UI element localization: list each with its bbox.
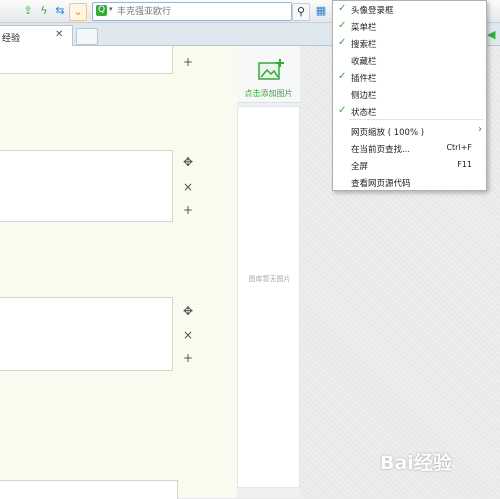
search-box: Q ▾ — [92, 2, 292, 21]
text-field-1[interactable] — [0, 46, 173, 74]
add-image-icon — [258, 59, 284, 80]
menu-item-find[interactable]: 在当前页查找... Ctrl+F — [333, 140, 486, 156]
share-icon[interactable]: ⇪ — [20, 3, 36, 19]
menu-item-label: 侧边栏 — [351, 91, 377, 101]
add-icon[interactable]: + — [181, 351, 195, 365]
menu-item-favorites[interactable]: 收藏栏 — [333, 52, 486, 68]
check-icon: ✓ — [338, 3, 347, 14]
menu-separator — [349, 119, 483, 120]
move-icon[interactable]: ✥ — [181, 304, 195, 318]
menu-item-statusbar[interactable]: ✓ 状态栏 — [333, 103, 486, 119]
menu-item-label: 查看网页源代码 — [351, 179, 411, 189]
add-icon[interactable]: + — [181, 203, 195, 217]
search-input[interactable] — [117, 3, 287, 20]
new-tab-button[interactable] — [76, 28, 98, 45]
menu-item-shortcut: Ctrl+F — [446, 143, 472, 152]
menu-item-label: 插件栏 — [351, 74, 377, 84]
menu-item-view-source[interactable]: 查看网页源代码 — [333, 174, 486, 190]
tab-title: 经验 — [2, 34, 21, 44]
search-engine-icon[interactable]: Q — [96, 5, 107, 16]
check-icon: ✓ — [338, 105, 347, 116]
grid-icon[interactable]: ▦ — [313, 3, 329, 19]
menu-item-fullscreen[interactable]: 全屏 F11 — [333, 157, 486, 173]
menu-item-label: 网页缩放 ( 100% ) — [351, 128, 425, 138]
editor-content — [0, 46, 237, 498]
tab-experience[interactable]: 经验 ✕ — [0, 25, 73, 46]
add-image-label: 点击添加图片 — [244, 89, 293, 98]
caret-down-icon[interactable]: ▾ — [109, 5, 113, 13]
move-icon[interactable]: ✥ — [181, 155, 195, 169]
lightning-icon[interactable]: ϟ — [36, 3, 52, 19]
gallery-empty-text: 图库暂无图片 — [248, 275, 291, 283]
menu-item-plugins[interactable]: ✓ 插件栏 — [333, 69, 486, 85]
menu-item-label: 菜单栏 — [351, 23, 377, 33]
watermark: Bai经验 — [380, 452, 452, 474]
chevron-right-icon: › — [478, 124, 482, 135]
menu-item-label: 收藏栏 — [351, 57, 377, 67]
menu-item-zoom[interactable]: 网页缩放 ( 100% ) › — [333, 123, 486, 139]
menu-item-label: 全屏 — [351, 162, 369, 172]
image-gallery: 图库暂无图片 — [237, 106, 300, 488]
close-icon[interactable]: ✕ — [55, 29, 63, 40]
back-arrow-icon[interactable]: ◀ — [487, 28, 495, 41]
search-icon[interactable]: ⚲ — [292, 3, 310, 21]
check-icon: ✓ — [338, 37, 347, 48]
menu-item-label: 搜索栏 — [351, 40, 377, 50]
chevron-down-icon[interactable]: ⌄ — [69, 3, 87, 21]
delete-icon[interactable]: × — [181, 180, 195, 194]
add-icon[interactable]: + — [181, 55, 195, 69]
menu-item-searchbar[interactable]: ✓ 搜索栏 — [333, 35, 486, 51]
swap-icon[interactable]: ⇆ — [52, 3, 68, 19]
text-field-2[interactable] — [0, 150, 173, 222]
menu-item-label: 在当前页查找... — [351, 145, 411, 155]
check-icon: ✓ — [338, 71, 347, 82]
menu-item-label: 头像登录框 — [351, 6, 394, 16]
menu-item-menubar[interactable]: ✓ 菜单栏 — [333, 18, 486, 34]
menu-item-label: 状态栏 — [351, 108, 377, 118]
check-icon: ✓ — [338, 20, 347, 31]
add-image-button[interactable]: 点击添加图片 — [237, 46, 300, 103]
menu-item-avatar-login[interactable]: ✓ 头像登录框 — [333, 1, 486, 17]
text-field-3[interactable] — [0, 297, 173, 371]
menu-item-shortcut: F11 — [457, 160, 472, 169]
delete-icon[interactable]: × — [181, 328, 195, 342]
image-panel: 点击添加图片 图库暂无图片 — [237, 46, 300, 498]
view-menu: ✓ 头像登录框 ✓ 菜单栏 ✓ 搜索栏 收藏栏 ✓ 插件栏 侧边栏 ✓ 状态栏 … — [332, 0, 487, 191]
text-field-4[interactable] — [0, 480, 178, 499]
menu-item-sidebar[interactable]: 侧边栏 — [333, 86, 486, 102]
